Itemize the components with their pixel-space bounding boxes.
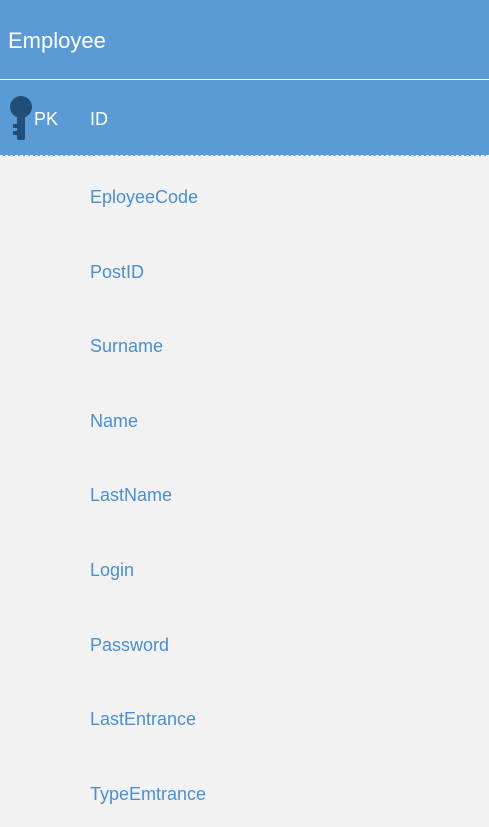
entity-header: Employee <box>0 0 489 80</box>
attribute-surname[interactable]: Surname <box>90 336 163 356</box>
entity-employee[interactable]: Employee PK ID EployeeCode PostID Surnam… <box>0 0 489 827</box>
attribute-lastname[interactable]: LastName <box>90 485 172 505</box>
key-icon <box>10 96 32 140</box>
attribute-login[interactable]: Login <box>90 560 134 580</box>
attribute-eployeecode[interactable]: EployeeCode <box>90 187 198 207</box>
pk-field-id[interactable]: ID <box>90 109 108 129</box>
pk-badge: PK <box>34 109 59 129</box>
attribute-row[interactable]: Name <box>0 380 489 455</box>
attribute-lastentrance[interactable]: LastEntrance <box>90 709 196 729</box>
attribute-name[interactable]: Name <box>90 411 138 431</box>
primary-key-row[interactable]: PK ID <box>0 80 489 156</box>
attribute-row[interactable]: PostID <box>0 231 489 306</box>
attribute-row[interactable]: LastName <box>0 454 489 529</box>
attribute-list: EployeeCode PostID Surname Name LastName… <box>0 156 489 827</box>
attribute-row[interactable]: LastEntrance <box>0 678 489 753</box>
attribute-password[interactable]: Password <box>90 635 169 655</box>
entity-title: Employee <box>8 28 106 53</box>
attribute-row[interactable]: Login <box>0 529 489 604</box>
attribute-row[interactable]: Surname <box>0 305 489 380</box>
attribute-row[interactable]: EployeeCode <box>0 156 489 231</box>
attribute-typeemtrance[interactable]: TypeEmtrance <box>90 784 206 804</box>
attribute-row[interactable]: Password <box>0 604 489 679</box>
attribute-postid[interactable]: PostID <box>90 262 144 282</box>
attribute-row[interactable]: TypeEmtrance <box>0 753 489 827</box>
